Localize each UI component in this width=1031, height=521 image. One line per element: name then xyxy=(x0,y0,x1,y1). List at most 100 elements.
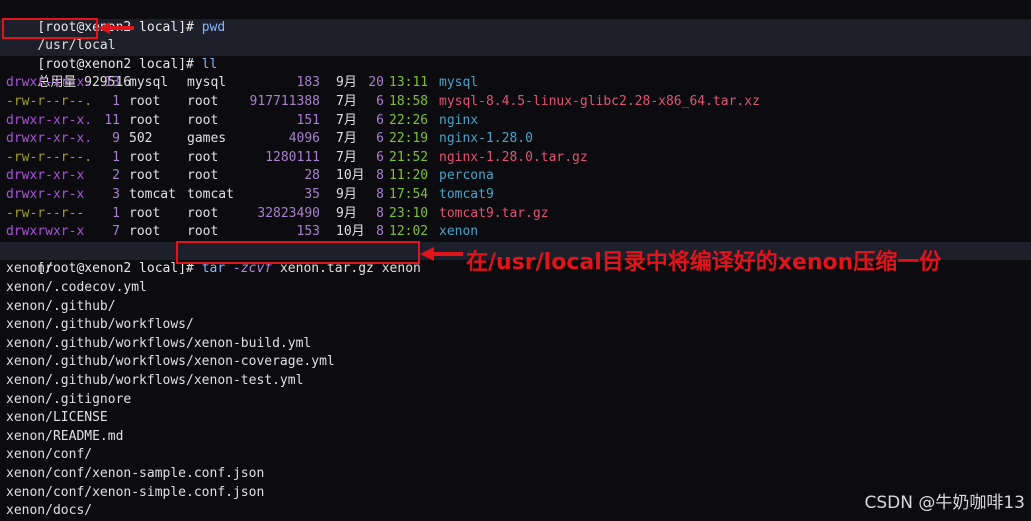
listing-day: 8 xyxy=(376,168,384,184)
list-item: xenon/docs/ xyxy=(6,503,93,519)
listing-user: root xyxy=(129,94,161,109)
terminal-line: 总用量 929516 xyxy=(6,56,131,90)
listing-name[interactable]: nginx xyxy=(439,112,999,131)
highlight-box-tar xyxy=(176,241,420,264)
listing-name[interactable]: tomcat9.tar.gz xyxy=(439,205,999,224)
listing-day: 6 xyxy=(376,94,384,109)
listing-size: 151 xyxy=(296,112,320,128)
listing-size: 32823490 xyxy=(257,205,320,221)
listing-user: root xyxy=(129,205,161,221)
listing-time: 18:58 xyxy=(389,94,429,109)
listing-day: 8 xyxy=(376,224,384,240)
listing-name[interactable]: percona xyxy=(439,167,999,186)
highlight-box-pwd xyxy=(2,18,98,39)
listing-links: 1 xyxy=(112,94,120,109)
listing-links: 1 xyxy=(112,205,120,221)
listing-size: 917711388 xyxy=(249,94,320,109)
arrow-icon xyxy=(98,22,134,34)
listing-links: 2 xyxy=(112,168,120,184)
list-item: drwxr-xr-x 2 root root 28 10月 8 11:20 percona xyxy=(0,167,1031,186)
arrow-icon xyxy=(420,247,463,261)
terminal-line: [root@xenon2 local]# ll xyxy=(6,37,217,72)
listing-size: 28 xyxy=(304,168,320,184)
listing-group: tomcat xyxy=(187,187,234,202)
list-item: -rw-r--r-- 1 root root 32823490 9月 8 23:10 tomca… xyxy=(0,205,1031,224)
listing-time: 21:52 xyxy=(389,149,429,165)
list-item: xenon/ xyxy=(6,261,53,277)
list-item: drwxr-xr-x. 13 mysql mysql 183 9月 20 13:11 mysql xyxy=(0,74,1031,93)
list-item: xenon/.github/workflows/xenon-coverage.y… xyxy=(6,354,335,370)
listing-group: mysql xyxy=(187,75,227,91)
listing-user: root xyxy=(129,168,161,184)
listing-perm: drwxr-xr-x xyxy=(6,187,85,202)
listing-size: 35 xyxy=(304,187,320,202)
annotation-text: 在/usr/local目录中将编译好的xenon压缩一份 xyxy=(466,250,942,275)
listing-group: root xyxy=(187,112,219,128)
listing-name[interactable]: tomcat9 xyxy=(439,186,999,205)
listing-time: 12:02 xyxy=(389,224,429,240)
watermark: CSDN @牛奶咖啡13 xyxy=(864,493,1025,513)
listing-time: 23:10 xyxy=(389,205,429,221)
listing-day: 8 xyxy=(376,205,384,221)
listing-day: 6 xyxy=(376,131,384,147)
list-item: -rw-r--r--. 1 root root 917711388 7月 6 18:58 mys… xyxy=(0,93,1031,112)
listing-time: 22:19 xyxy=(389,131,429,147)
listing-day: 8 xyxy=(376,187,384,202)
listing-name[interactable]: nginx-1.28.0 xyxy=(439,130,999,149)
listing-name[interactable]: mysql-8.4.5-linux-glibc2.28-x86_64.tar.x… xyxy=(439,93,999,112)
list-item: xenon/.github/workflows/xenon-build.yml xyxy=(6,335,312,351)
list-item: xenon/conf/xenon-simple.conf.json xyxy=(6,484,265,500)
list-item: drwxr-xr-x. 9 502 games 4096 7月 6 22:19 nginx-1.… xyxy=(0,130,1031,149)
listing-group: games xyxy=(187,131,227,147)
listing-links: 13 xyxy=(104,75,120,91)
listing-time: 17:54 xyxy=(389,187,429,202)
listing-perm: -rw-r--r-- xyxy=(6,205,85,221)
listing-group: root xyxy=(187,205,219,221)
listing-time: 13:11 xyxy=(389,75,429,91)
listing-group: root xyxy=(187,224,219,240)
listing-time: 11:20 xyxy=(389,168,429,184)
listing-name[interactable]: nginx-1.28.0.tar.gz xyxy=(439,149,999,168)
terminal-window[interactable]: [root@xenon2 local]# pwd /usr/local [roo… xyxy=(0,0,1031,521)
listing-size: 153 xyxy=(296,224,320,240)
listing-size: 4096 xyxy=(288,131,320,147)
listing-user: root xyxy=(129,224,161,240)
list-item: xenon/conf/ xyxy=(6,447,93,463)
list-item: xenon/.codecov.yml xyxy=(6,280,147,295)
listing-user: root xyxy=(129,112,161,128)
terminal-line: [root@xenon2 local]# pwd xyxy=(6,0,225,35)
listing-name[interactable]: xenon xyxy=(439,223,999,242)
listing-perm: drwxr-xr-x. xyxy=(6,75,93,91)
listing-perm: drwxr-xr-x. xyxy=(6,112,93,128)
list-item: xenon/.gitignore xyxy=(6,391,132,407)
listing-user: root xyxy=(129,149,161,165)
listing-perm: -rw-r--r--. xyxy=(6,149,93,165)
list-item: xenon/LICENSE xyxy=(6,410,108,426)
listing-links: 1 xyxy=(112,149,120,165)
listing-links: 11 xyxy=(104,112,120,128)
listing-day: 20 xyxy=(368,75,384,91)
listing-size: 1280111 xyxy=(265,149,320,165)
listing-group: root xyxy=(187,149,219,165)
list-item: xenon/conf/xenon-sample.conf.json xyxy=(6,466,265,481)
listing-user: 502 xyxy=(129,131,153,147)
list-item: xenon/.github/workflows/ xyxy=(6,317,194,333)
command-pwd: pwd xyxy=(201,19,226,35)
listing-user: mysql xyxy=(129,75,169,91)
listing-day: 6 xyxy=(376,112,384,128)
listing-size: 183 xyxy=(296,75,320,91)
listing-perm: drwxr-xr-x xyxy=(6,168,85,184)
command-ll: ll xyxy=(201,56,218,72)
listing-name[interactable]: mysql xyxy=(439,74,999,93)
list-item: -rw-r--r--. 1 root root 1280111 7月 6 21:52 nginx… xyxy=(0,149,1031,168)
listing-perm: drwxrwxr-x xyxy=(6,224,85,240)
list-item: drwxr-xr-x. 11 root root 151 7月 6 22:26 nginx xyxy=(0,112,1031,131)
listing-time: 22:26 xyxy=(389,112,429,128)
list-item: xenon/.github/ xyxy=(6,298,116,314)
listing-perm: -rw-r--r--. xyxy=(6,94,93,109)
list-item: drwxr-xr-x 3 tomcat tomcat 35 9月 8 17:54 tomcat9 xyxy=(0,186,1031,205)
listing-perm: drwxr-xr-x. xyxy=(6,131,93,147)
listing-day: 6 xyxy=(376,149,384,165)
list-item: drwxrwxr-x 7 root root 153 10月 8 12:02 xenon xyxy=(0,223,1031,242)
listing-links: 7 xyxy=(112,224,120,240)
